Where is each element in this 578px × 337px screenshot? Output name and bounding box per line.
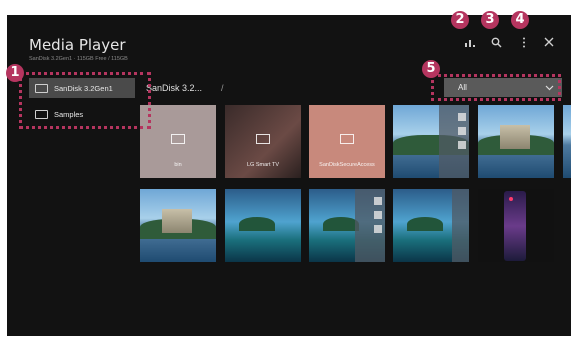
breadcrumb[interactable]: SanDisk 3.2...	[146, 83, 202, 93]
folder-name: SanDiskSecureAccess	[319, 162, 375, 168]
callout-badge: 3	[481, 11, 499, 29]
folder-name: LG Smart TV	[247, 162, 279, 168]
more-vertical-icon[interactable]	[517, 37, 531, 51]
folder-name: bin	[174, 162, 182, 168]
folder-tile[interactable]: bin	[140, 105, 216, 178]
media-thumbnail[interactable]	[309, 189, 385, 262]
callout-badge: 5	[422, 60, 440, 78]
media-thumbnail[interactable]	[478, 189, 554, 262]
callout-badge: 1	[6, 64, 24, 82]
media-thumbnail[interactable]	[140, 189, 216, 262]
media-thumbnail[interactable]	[478, 105, 554, 178]
folder-tile[interactable]: LG Smart TV	[225, 105, 301, 178]
media-thumbnail[interactable]	[393, 105, 469, 178]
folder-tile[interactable]: SanDiskSecureAccess	[309, 105, 385, 178]
media-thumbnail[interactable]	[563, 105, 571, 178]
callout-frame	[19, 72, 151, 129]
storage-info: SanDisk 3.2Gen1 · 115GB Free / 115GB	[29, 56, 128, 62]
folder-icon	[340, 134, 354, 144]
media-thumbnail[interactable]	[225, 189, 301, 262]
close-icon[interactable]	[542, 37, 556, 51]
breadcrumb-separator: /	[221, 83, 224, 93]
sort-icon[interactable]	[463, 37, 477, 51]
callout-frame	[431, 74, 561, 101]
search-icon[interactable]	[489, 37, 503, 51]
page-title: Media Player	[29, 36, 126, 54]
callout-badge: 2	[451, 11, 469, 29]
callout-badge: 4	[511, 11, 529, 29]
folder-icon	[171, 134, 185, 144]
tv-screen: Media Player SanDisk 3.2Gen1 · 115GB Fre…	[7, 15, 571, 336]
media-thumbnail[interactable]	[393, 189, 469, 262]
folder-icon	[256, 134, 270, 144]
